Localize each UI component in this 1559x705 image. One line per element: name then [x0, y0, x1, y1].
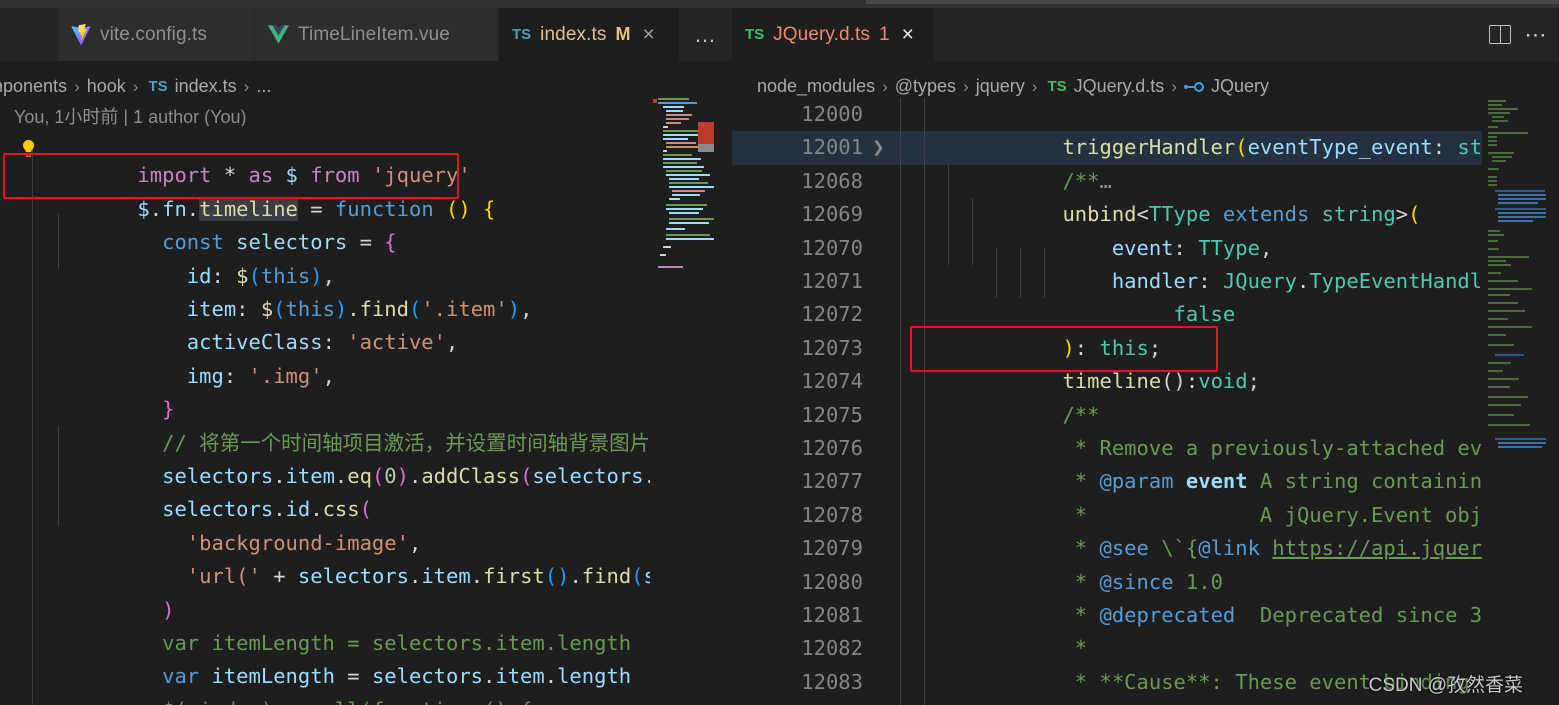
breadcrumb-separator-icon: › — [74, 76, 80, 96]
line-number: 12082 — [801, 636, 863, 661]
csdn-watermark: CSDN @孜然香菜 — [1368, 675, 1523, 696]
breadcrumb-segment-more[interactable]: ... — [256, 76, 271, 97]
breadcrumb-right: node_modules › @types › jquery › TS JQue… — [757, 72, 1269, 101]
breadcrumb-segment-hook[interactable]: hook — [87, 76, 126, 97]
code-content-left: import * as $ from 'jquery' $.fn.timelin… — [0, 126, 650, 705]
window-top-strip-highlight — [866, 0, 1559, 4]
editor-split-sash[interactable] — [714, 8, 732, 705]
interface-icon — [1183, 81, 1204, 93]
breadcrumb-segment-jquery-d-ts[interactable]: JQuery.d.ts — [1074, 76, 1165, 97]
tab-timelineitem-vue[interactable]: TimeLineItem.vue — [255, 8, 499, 61]
minimap-right[interactable] — [1484, 98, 1546, 705]
line-number: 12001 — [801, 135, 863, 160]
vue-logo-icon — [268, 25, 289, 44]
ts-file-icon: TS — [512, 26, 532, 43]
scrollbar-right[interactable] — [1545, 98, 1559, 705]
line-number: 12075 — [801, 402, 863, 427]
line-number: 12072 — [801, 302, 863, 327]
tab-label: JQuery.d.ts — [773, 23, 871, 45]
line-number: 12071 — [801, 269, 863, 293]
line-number: 12078 — [801, 502, 863, 527]
breadcrumb-separator-icon: › — [132, 76, 139, 96]
breadcrumb-separator-icon: › — [243, 76, 250, 96]
tab-label: index.ts — [540, 23, 607, 45]
tab-vite-config-ts[interactable]: vite.config.ts — [58, 8, 255, 61]
ts-declaration-file-icon: TS — [745, 26, 765, 43]
split-editor-icon[interactable] — [1488, 25, 1511, 44]
line-number: 12069 — [801, 202, 863, 227]
breadcrumb-separator-icon: › — [882, 76, 888, 96]
tabbar-left: vite.config.ts TimeLineItem.vue TS index… — [0, 8, 716, 61]
tab-modified-badge: M — [615, 24, 631, 44]
code-pane-right[interactable]: 12000 12001 12068 12069 12070 12071 1207… — [732, 98, 1482, 705]
line-number: 12000 — [801, 102, 863, 126]
tab-error-count: 1 — [879, 23, 890, 45]
editor-split-sash-top — [714, 8, 732, 61]
code-pane-left[interactable]: import * as $ from 'jquery' $.fn.timelin… — [0, 126, 650, 705]
breadcrumb-segment-node-modules[interactable]: node_modules — [757, 76, 875, 97]
editor-group-left: vite.config.ts TimeLineItem.vue TS index… — [0, 8, 716, 705]
breadcrumb-segment-index-ts[interactable]: index.ts — [175, 76, 237, 97]
breadcrumb-segment-types[interactable]: @types — [895, 76, 956, 97]
editor-actions-right: ⋯ — [1488, 8, 1550, 61]
tab-close-icon[interactable]: × — [902, 24, 914, 45]
more-actions-icon[interactable]: ⋯ — [1525, 23, 1550, 46]
line-number: 12079 — [801, 536, 863, 561]
tab-index-ts[interactable]: TS index.ts M × — [499, 8, 680, 61]
tab-close-icon[interactable]: × — [642, 24, 654, 45]
breadcrumb-segment-components[interactable]: mponents — [0, 76, 67, 97]
ts-declaration-file-icon: TS — [1047, 78, 1067, 95]
fold-chevron-icon[interactable]: ❯ — [872, 131, 885, 164]
line-number: 12074 — [801, 369, 863, 394]
scrollbar-left[interactable] — [700, 94, 714, 705]
line-number: 12070 — [801, 235, 863, 260]
tabbar-right: TS JQuery.d.ts 1 × ⋯ — [732, 8, 1559, 61]
line-number: 12080 — [801, 569, 863, 594]
line-number: 12076 — [801, 436, 863, 460]
tab-label: vite.config.ts — [100, 23, 208, 45]
editor-group-right: TS JQuery.d.ts 1 × ⋯ node_modules › @typ… — [732, 8, 1559, 705]
line-number: 12081 — [801, 603, 863, 627]
breadcrumb-separator-icon: › — [963, 76, 969, 96]
breadcrumb-separator-icon: › — [1031, 76, 1038, 96]
line-number: 12083 — [801, 669, 863, 694]
vscode-window: vite.config.ts TimeLineItem.vue TS index… — [0, 0, 1559, 705]
tab-jquery-d-ts[interactable]: TS JQuery.d.ts 1 × — [732, 8, 935, 61]
breadcrumb-segment-jquery[interactable]: jquery — [976, 76, 1025, 97]
vite-logo-icon — [71, 24, 91, 45]
breadcrumb-left: mponents › hook › TS index.ts › ... — [0, 72, 271, 101]
ts-file-icon: TS — [148, 78, 168, 95]
line-number: 12073 — [801, 335, 863, 360]
tab-label: TimeLineItem.vue — [298, 23, 450, 45]
line-number: 12077 — [801, 469, 863, 494]
breadcrumb-segment-JQuery[interactable]: JQuery — [1211, 76, 1269, 97]
breadcrumb-separator-icon: › — [1171, 76, 1177, 96]
line-number: 12068 — [801, 168, 863, 193]
